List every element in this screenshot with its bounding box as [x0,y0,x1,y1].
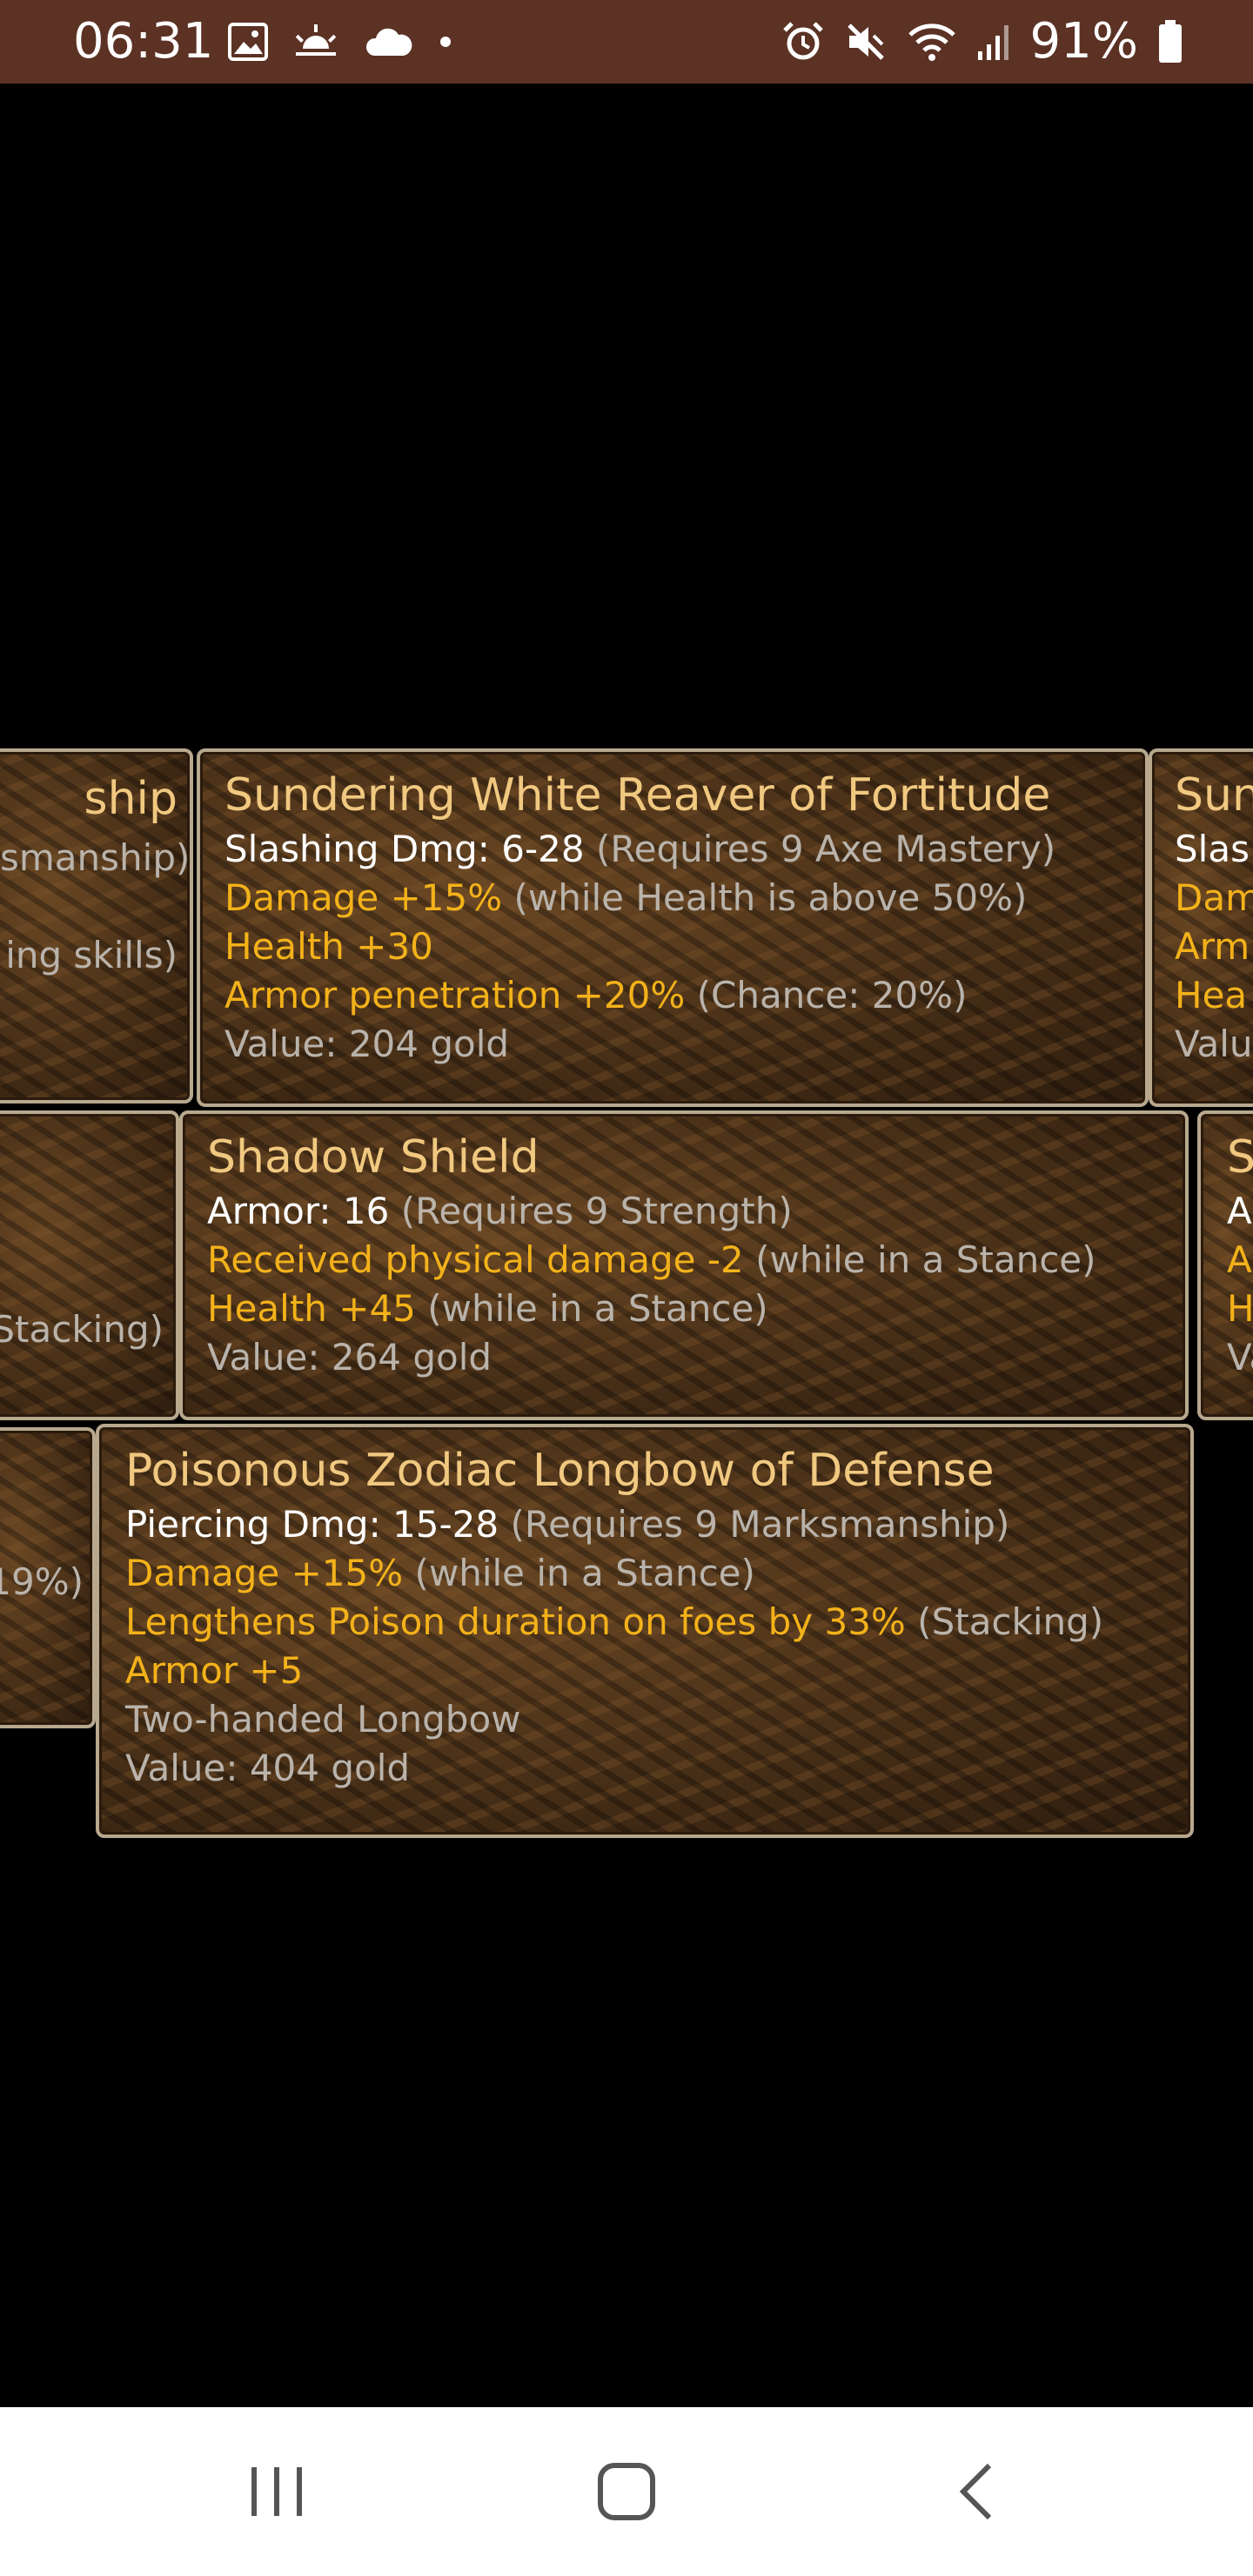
stat-line: Slashing Dmg: 6-28 (Requires 9 Axe Maste… [224,828,1056,870]
recent-apps-button[interactable] [224,2452,329,2531]
weather-sunrise-icon [295,24,337,56]
stat-line: Damage +15% (while Health is above 50%) [224,876,1028,919]
item-tooltip-longbow: Poisonous Zodiac Longbow of Defense Pier… [96,1424,1194,1838]
stat-line: Health +45 (while in a Stance) [207,1287,768,1330]
stat-line: Armor: 16 (Requires 9 Strength) [207,1190,793,1232]
item-tooltip-reaver: Sundering White Reaver of Fortitude Slas… [197,748,1149,1107]
image-icon [228,23,268,61]
game-viewport[interactable]: ship smanship) ing skills) Stacking) 19%… [0,84,1253,2407]
stat-line: Armor +5 [125,1649,304,1692]
status-time: 06:31 [73,13,214,70]
back-button[interactable] [924,2452,1029,2531]
stat-line: Damage +15% (while in a Stance) [125,1552,755,1594]
item-title: Poisonous Zodiac Longbow of Defense [125,1445,995,1497]
stat-line: Armor penetration +20% (Chance: 20%) [224,974,968,1016]
item-title: Sundering White Reaver of Fortitude [224,769,1051,822]
stat-line: Piercing Dmg: 15-28 (Requires 9 Marksman… [125,1503,1010,1546]
status-bar: 06:31 91% [0,0,1253,84]
item-tooltip-partial-left-a: ship smanship) ing skills) [0,748,193,1104]
battery-icon [1159,20,1182,63]
back-icon [959,2463,992,2520]
item-tooltip-partial-right-b: Sl A A H Va [1197,1110,1253,1420]
wifi-icon [908,23,955,61]
signal-icon [977,25,1008,60]
notification-icons [228,21,452,63]
stat-line: Lengthens Poison duration on foes by 33%… [125,1600,1104,1643]
item-title: Shadow Shield [207,1131,539,1184]
system-icons: 91% [781,12,1183,71]
cloud-icon [365,28,412,56]
dot-icon [440,37,451,47]
navigation-bar [0,2407,1253,2576]
stat-line: Health +30 [224,925,433,968]
item-tooltip-shadow-shield: Shadow Shield Armor: 16 (Requires 9 Stre… [179,1110,1189,1420]
alarm-icon [782,22,823,60]
item-tooltip-partial-right-a: Sun Slas Dam Arm Hea Valu [1149,748,1253,1107]
recent-apps-icon [251,2467,302,2516]
mute-icon [847,23,884,60]
home-icon [598,2463,655,2520]
battery-percent: 91% [1029,13,1138,70]
item-tooltip-partial-left-c: 19%) [0,1427,96,1728]
item-value: Value: 204 gold [224,1023,510,1065]
item-value: Value: 264 gold [207,1336,492,1379]
stat-line: Received physical damage -2 (while in a … [207,1238,1096,1281]
item-type: Two-handed Longbow [125,1698,521,1741]
item-value: Value: 404 gold [125,1747,411,1789]
item-tooltip-partial-left-b: Stacking) [0,1110,179,1420]
home-button[interactable] [574,2452,679,2531]
